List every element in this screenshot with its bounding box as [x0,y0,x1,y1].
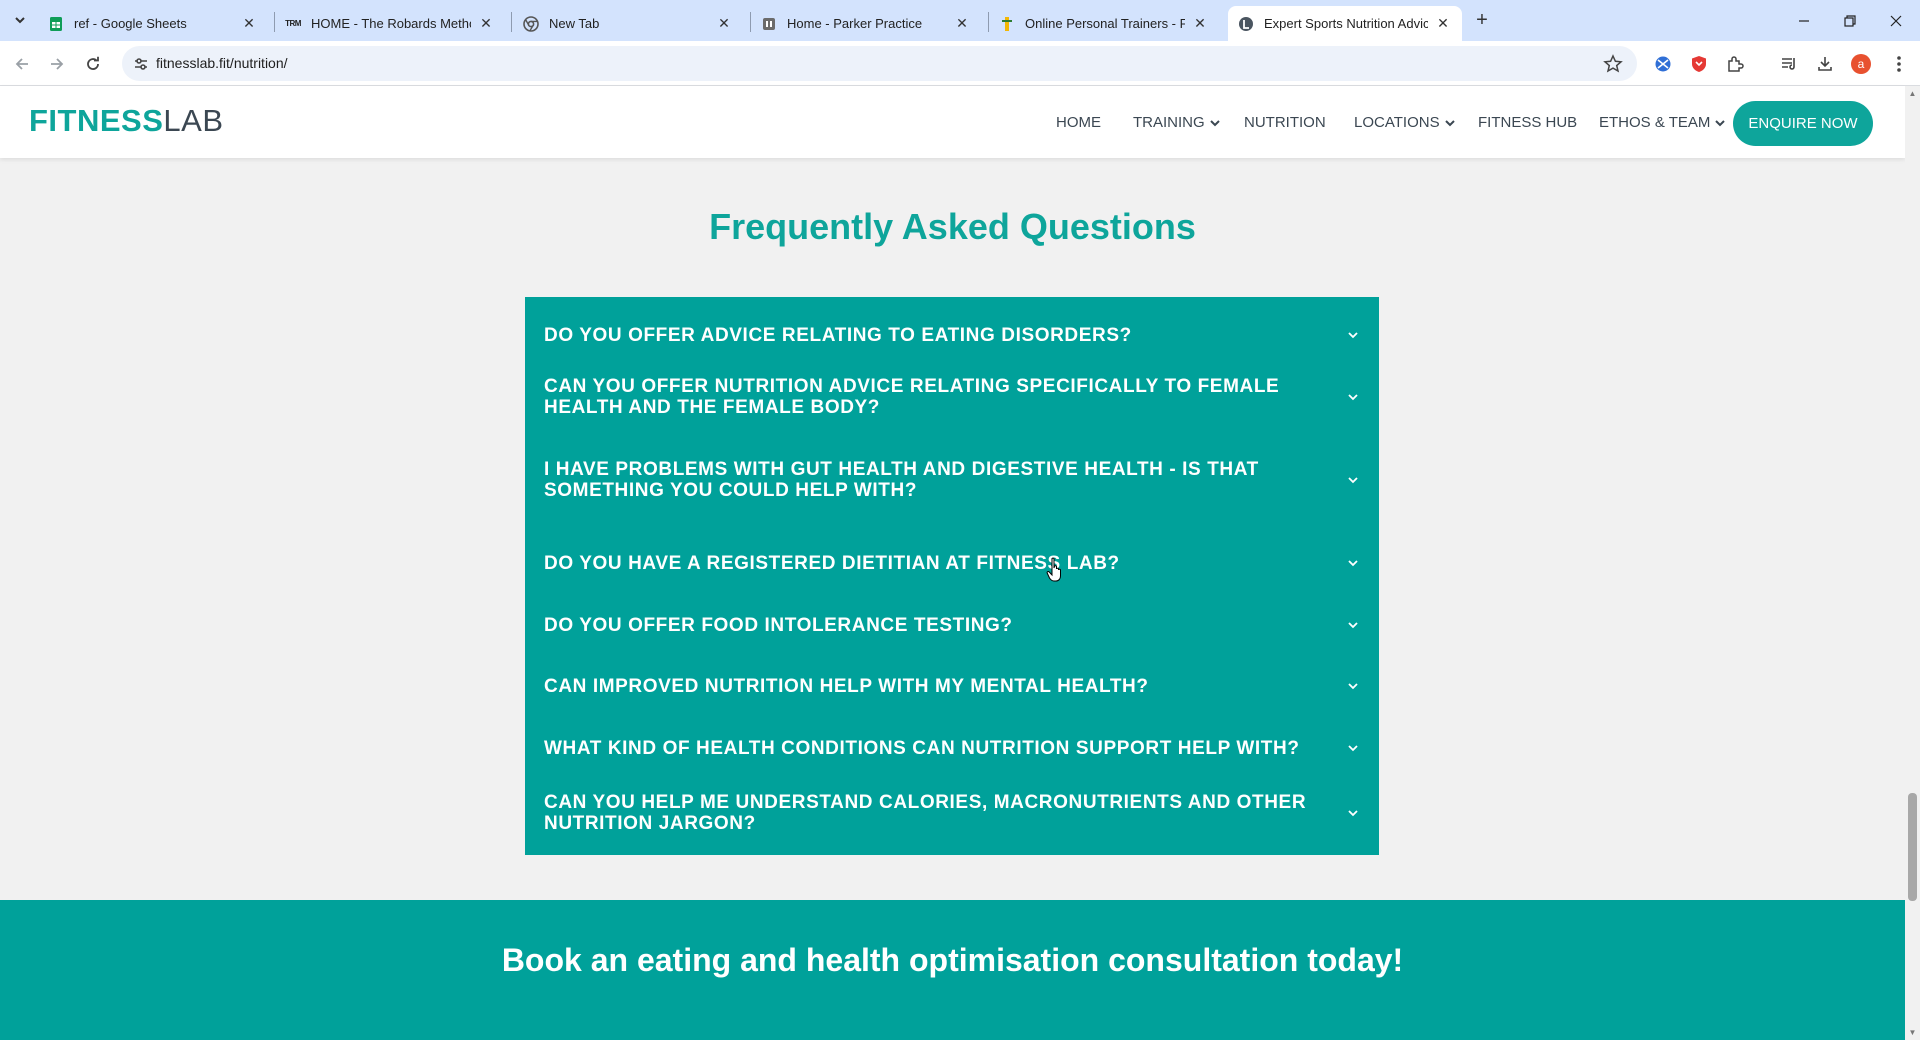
close-tab-icon[interactable]: ✕ [1434,15,1452,33]
back-button[interactable] [9,51,35,77]
chrome-icon [523,15,539,32]
trm-icon: TRM [285,19,301,28]
extension-shield-icon[interactable] [1688,53,1710,75]
url-text[interactable]: fitnesslab.fit/nutrition/ [156,55,288,71]
nav-locations[interactable]: LOCATIONS [1354,114,1456,131]
tab-divider [511,12,512,32]
page-scrollbar[interactable]: ▲ ▼ [1905,86,1920,1040]
tab-online-trainers[interactable]: Online Personal Trainers - Fitness ✕ [989,6,1219,41]
browser-toolbar: fitnesslab.fit/nutrition/ a [0,41,1920,86]
fitness-lab-logo[interactable]: FITNESSLAB [29,105,224,136]
chevron-down-icon [1348,332,1358,339]
chevron-down-icon [1209,119,1220,126]
tab-search-button[interactable] [8,8,32,32]
reload-button[interactable] [80,51,106,77]
faq-item-female-health[interactable]: CAN YOU OFFER NUTRITION ADVICE RELATING … [544,374,1360,420]
scrollbar-thumb[interactable] [1908,793,1917,901]
close-icon [1890,15,1902,26]
site-header: FITNESSLAB HOME TRAINING NUTRITION LOCAT… [0,86,1905,158]
close-tab-icon[interactable]: ✕ [240,15,258,33]
tab-fitness-lab-nutrition[interactable]: Expert Sports Nutrition Advice | Fitness… [1228,6,1462,41]
close-tab-icon[interactable]: ✕ [953,15,971,33]
chevron-down-icon [1348,560,1358,567]
chevron-down-icon [1348,683,1358,690]
chevron-down-icon [1348,745,1358,752]
faq-item-dietitian[interactable]: DO YOU HAVE A REGISTERED DIETITIAN AT FI… [544,543,1360,583]
nav-home[interactable]: HOME [1056,114,1101,131]
forward-button[interactable] [44,51,70,77]
hand-cursor-icon [1046,557,1061,582]
chevron-down-icon [1444,119,1455,126]
tab-google-sheets[interactable]: ref - Google Sheets ✕ [38,6,268,41]
downloads-icon[interactable] [1814,53,1836,75]
faq-accordion: DO YOU OFFER ADVICE RELATING TO EATING D… [525,297,1379,855]
faq-item-food-intolerance[interactable]: DO YOU OFFER FOOD INTOLERANCE TESTING? [544,605,1360,645]
media-queue-icon[interactable] [1778,53,1800,75]
new-tab-button[interactable]: + [1470,8,1494,32]
close-tab-icon[interactable]: ✕ [715,15,733,33]
minimize-button[interactable] [1781,0,1827,41]
close-tab-icon[interactable]: ✕ [1191,15,1209,33]
tab-parker-practice[interactable]: Home - Parker Practice ✕ [751,6,981,41]
faq-item-mental-health[interactable]: CAN IMPROVED NUTRITION HELP WITH MY MENT… [544,666,1360,706]
scroll-up-icon[interactable]: ▲ [1908,89,1917,98]
nav-nutrition[interactable]: NUTRITION [1244,114,1326,131]
address-bar[interactable]: fitnesslab.fit/nutrition/ [122,46,1637,81]
site-info-icon[interactable] [132,55,150,73]
close-window-button[interactable] [1873,0,1919,41]
bookmark-star-icon[interactable] [1603,54,1623,74]
extensions-puzzle-icon[interactable] [1724,53,1746,75]
tab-strip: ref - Google Sheets ✕ TRM HOME - The Rob… [0,0,1920,41]
enquire-now-button[interactable]: ENQUIRE NOW [1733,101,1873,146]
close-tab-icon[interactable]: ✕ [477,15,495,33]
arrow-right-icon [51,58,64,70]
consultation-heading: Book an eating and health optimisation c… [501,942,1404,978]
chevron-down-icon [1348,394,1358,401]
extension-globe-icon[interactable] [1652,53,1674,75]
chrome-menu-icon[interactable] [1888,53,1910,75]
profile-avatar[interactable]: a [1850,53,1872,75]
fitnesslab-icon [1238,16,1254,32]
tab-robards-method[interactable]: TRM HOME - The Robards Method ✕ [275,6,505,41]
faq-item-gut-health[interactable]: I HAVE PROBLEMS WITH GUT HEALTH AND DIGE… [544,457,1360,503]
restore-icon [1844,14,1856,27]
sheets-icon [48,16,64,32]
faq-item-eating-disorders[interactable]: DO YOU OFFER ADVICE RELATING TO EATING D… [544,315,1360,355]
chevron-down-icon [1715,119,1726,126]
chevron-down-icon [15,17,25,24]
chevron-down-icon [1348,810,1358,817]
faq-heading: Frequently Asked Questions [709,206,1196,247]
faq-item-health-conditions[interactable]: WHAT KIND OF HEALTH CONDITIONS CAN NUTRI… [544,728,1360,768]
trainer-icon [999,16,1015,32]
minimize-icon [1799,19,1809,22]
consultation-banner: Book an eating and health optimisation c… [0,900,1905,1040]
pp-icon [761,16,777,32]
reload-icon [87,56,99,70]
nav-ethos-team[interactable]: ETHOS & TEAM [1599,114,1726,131]
faq-item-nutrition-jargon[interactable]: CAN YOU HELP ME UNDERSTAND CALORIES, MAC… [544,790,1360,836]
chevron-down-icon [1348,622,1358,629]
arrow-left-icon [15,58,28,70]
nav-fitness-hub[interactable]: FITNESS HUB [1478,114,1577,131]
nav-training[interactable]: TRAINING [1133,114,1221,131]
tab-new-tab[interactable]: New Tab ✕ [513,6,743,41]
restore-button[interactable] [1827,0,1873,41]
scroll-down-icon[interactable]: ▼ [1908,1028,1917,1037]
chevron-down-icon [1348,477,1358,484]
